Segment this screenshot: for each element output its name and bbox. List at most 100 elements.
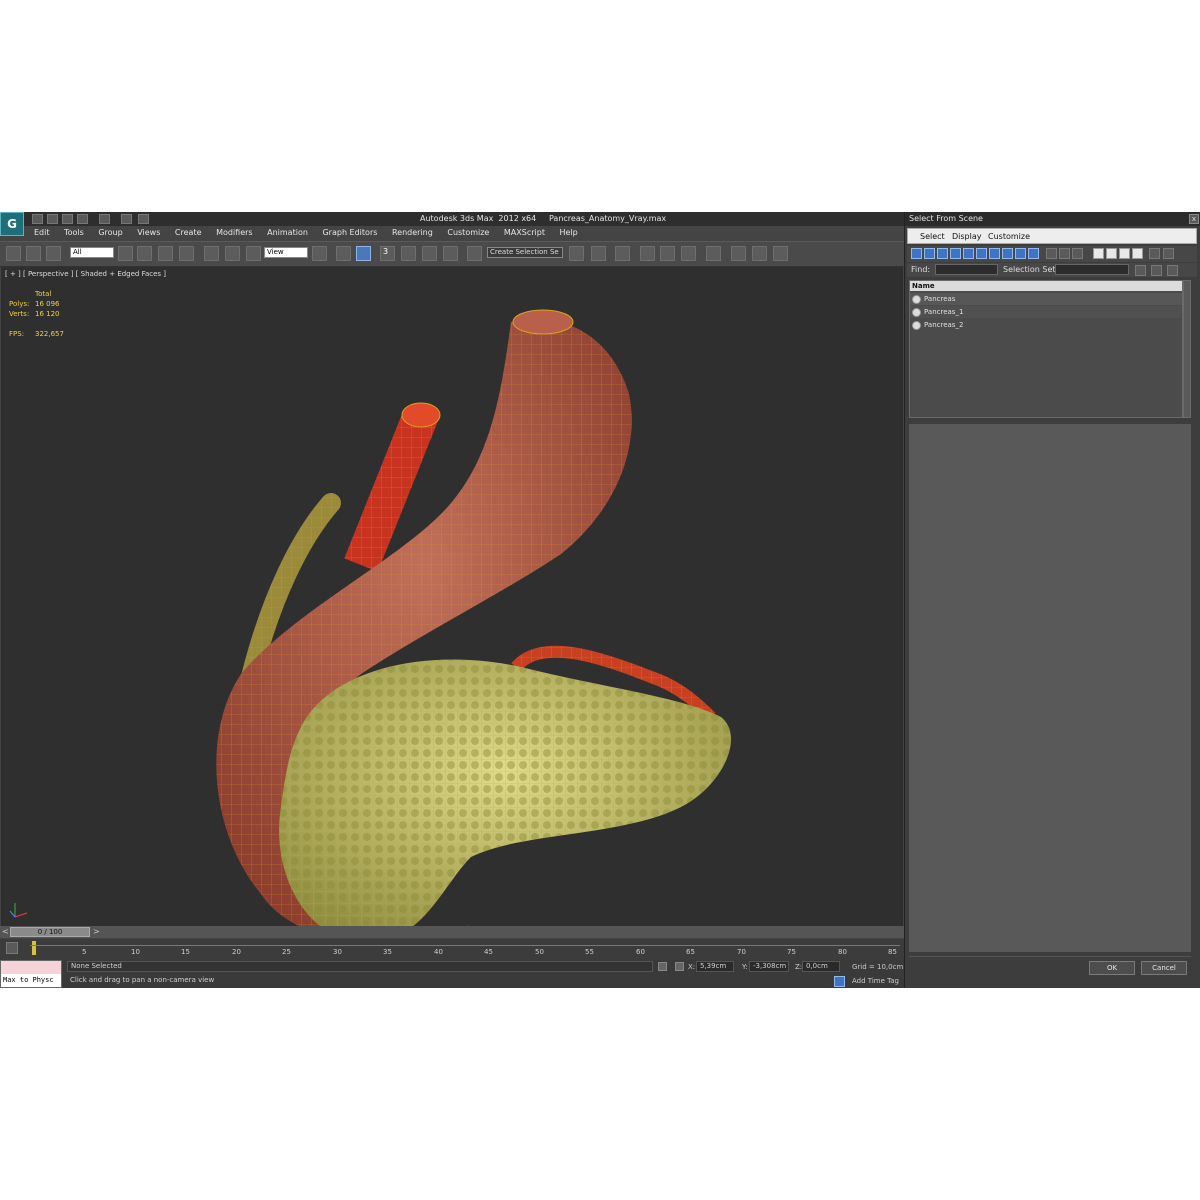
display-cameras-icon[interactable] xyxy=(950,248,961,259)
app-logo-icon[interactable]: G xyxy=(0,212,24,236)
maxscript-listener[interactable]: Max to Physc xyxy=(0,960,62,988)
z-coord-field[interactable]: 0,0cm xyxy=(802,961,840,972)
reference-coordinate-dropdown[interactable]: View xyxy=(264,247,308,258)
named-selection-sets-dropdown[interactable]: Create Selection Se xyxy=(487,247,563,258)
selection-set-create-icon[interactable] xyxy=(1135,265,1146,276)
render-production-icon[interactable] xyxy=(773,246,788,261)
y-coord-field[interactable]: -3,308cm xyxy=(749,961,789,972)
quick-access-dropdown-icon[interactable] xyxy=(138,214,149,224)
display-spacewarps-icon[interactable] xyxy=(976,248,987,259)
scale-icon[interactable] xyxy=(246,246,261,261)
rendered-frame-window-icon[interactable] xyxy=(752,246,767,261)
display-containers-icon[interactable] xyxy=(1028,248,1039,259)
snap-toggle-icon[interactable]: 3 xyxy=(380,246,395,261)
time-slider-thumb[interactable]: 0 / 100 xyxy=(10,927,90,937)
maxscript-input-line[interactable] xyxy=(1,961,61,974)
render-setup-icon[interactable] xyxy=(731,246,746,261)
project-folder-icon[interactable] xyxy=(121,214,132,224)
menu-edit[interactable]: Edit xyxy=(34,228,50,237)
time-slider[interactable]: 0 / 100 < > xyxy=(0,926,904,938)
rotate-icon[interactable] xyxy=(225,246,240,261)
list-item[interactable]: Pancreas_2 xyxy=(910,319,1182,331)
pivot-center-icon[interactable] xyxy=(312,246,327,261)
redo-icon[interactable] xyxy=(99,214,110,224)
display-shapes-icon[interactable] xyxy=(924,248,935,259)
dialog-menu-display[interactable]: Display xyxy=(952,232,982,241)
filter-options-icon[interactable] xyxy=(1163,248,1174,259)
cancel-button[interactable]: Cancel xyxy=(1141,961,1187,975)
select-invert-icon[interactable] xyxy=(1119,248,1130,259)
scene-object-list[interactable]: Name Pancreas Pancreas_1 Pancreas_2 xyxy=(909,280,1183,418)
mini-curve-editor-icon[interactable] xyxy=(6,942,18,954)
selection-set-add-icon[interactable] xyxy=(1151,265,1162,276)
rectangular-selection-icon[interactable] xyxy=(158,246,173,261)
window-crossing-icon[interactable] xyxy=(179,246,194,261)
display-hidden-icon[interactable] xyxy=(1059,248,1070,259)
menu-animation[interactable]: Animation xyxy=(267,228,308,237)
move-icon[interactable] xyxy=(204,246,219,261)
list-item[interactable]: Pancreas_1 xyxy=(910,306,1182,318)
dialog-close-button[interactable]: x xyxy=(1189,214,1199,224)
mirror-icon[interactable] xyxy=(569,246,584,261)
selection-filter-dropdown[interactable]: All xyxy=(70,247,114,258)
edit-named-selection-icon[interactable] xyxy=(467,246,482,261)
spinner-snap-icon[interactable] xyxy=(443,246,458,261)
menu-customize[interactable]: Customize xyxy=(447,228,489,237)
menu-rendering[interactable]: Rendering xyxy=(392,228,433,237)
display-xrefs-icon[interactable] xyxy=(1002,248,1013,259)
select-all-icon[interactable] xyxy=(1093,248,1104,259)
time-tag-icon[interactable] xyxy=(834,976,845,987)
percent-snap-icon[interactable] xyxy=(422,246,437,261)
menu-maxscript[interactable]: MAXScript xyxy=(504,228,545,237)
display-frozen-icon[interactable] xyxy=(1046,248,1057,259)
menu-graph-editors[interactable]: Graph Editors xyxy=(322,228,377,237)
display-all-icon[interactable] xyxy=(1072,248,1083,259)
keyboard-shortcut-override-icon[interactable] xyxy=(356,246,371,261)
material-editor-icon[interactable] xyxy=(706,246,721,261)
angle-snap-icon[interactable] xyxy=(401,246,416,261)
curve-editor-icon[interactable] xyxy=(660,246,675,261)
menu-modifiers[interactable]: Modifiers xyxy=(216,228,253,237)
select-none-icon[interactable] xyxy=(1106,248,1117,259)
list-scrollbar[interactable] xyxy=(1183,280,1191,418)
add-time-tag-button[interactable]: Add Time Tag xyxy=(852,977,899,985)
absolute-mode-icon[interactable] xyxy=(675,962,684,971)
track-bar[interactable]: 5 10 15 20 25 30 35 40 45 50 55 60 65 70… xyxy=(0,939,904,960)
new-file-icon[interactable] xyxy=(32,214,43,224)
layer-manager-icon[interactable] xyxy=(615,246,630,261)
selection-set-remove-icon[interactable] xyxy=(1167,265,1178,276)
menu-views[interactable]: Views xyxy=(137,228,160,237)
select-by-name-icon[interactable] xyxy=(137,246,152,261)
display-bones-icon[interactable] xyxy=(1015,248,1026,259)
bind-spacewarp-icon[interactable] xyxy=(46,246,61,261)
selection-lock-icon[interactable] xyxy=(658,962,667,971)
save-file-icon[interactable] xyxy=(62,214,73,224)
display-lights-icon[interactable] xyxy=(937,248,948,259)
manipulate-icon[interactable] xyxy=(336,246,351,261)
undo-icon[interactable] xyxy=(77,214,88,224)
selection-set-dropdown[interactable] xyxy=(1055,264,1129,275)
ok-button[interactable]: OK xyxy=(1089,961,1135,975)
open-file-icon[interactable] xyxy=(47,214,58,224)
perspective-viewport[interactable]: [ + ] [ Perspective ] [ Shaded + Edged F… xyxy=(1,267,903,930)
graphite-ribbon-icon[interactable] xyxy=(640,246,655,261)
x-coord-field[interactable]: 5,39cm xyxy=(696,961,734,972)
menu-tools[interactable]: Tools xyxy=(64,228,84,237)
list-item[interactable]: Pancreas xyxy=(910,293,1182,305)
display-helpers-icon[interactable] xyxy=(963,248,974,259)
menu-create[interactable]: Create xyxy=(175,228,202,237)
link-icon[interactable] xyxy=(6,246,21,261)
schematic-view-icon[interactable] xyxy=(681,246,696,261)
filter-icon[interactable] xyxy=(1149,248,1160,259)
select-object-icon[interactable] xyxy=(118,246,133,261)
dialog-menu-select[interactable]: Select xyxy=(920,232,945,241)
list-column-header[interactable]: Name xyxy=(910,281,1182,291)
select-dependents-icon[interactable] xyxy=(1132,248,1143,259)
time-next-icon[interactable]: > xyxy=(93,927,100,936)
align-icon[interactable] xyxy=(591,246,606,261)
menu-help[interactable]: Help xyxy=(560,228,578,237)
unlink-icon[interactable] xyxy=(26,246,41,261)
dialog-menu-customize[interactable]: Customize xyxy=(988,232,1030,241)
find-input[interactable] xyxy=(935,264,998,275)
menu-group[interactable]: Group xyxy=(98,228,122,237)
